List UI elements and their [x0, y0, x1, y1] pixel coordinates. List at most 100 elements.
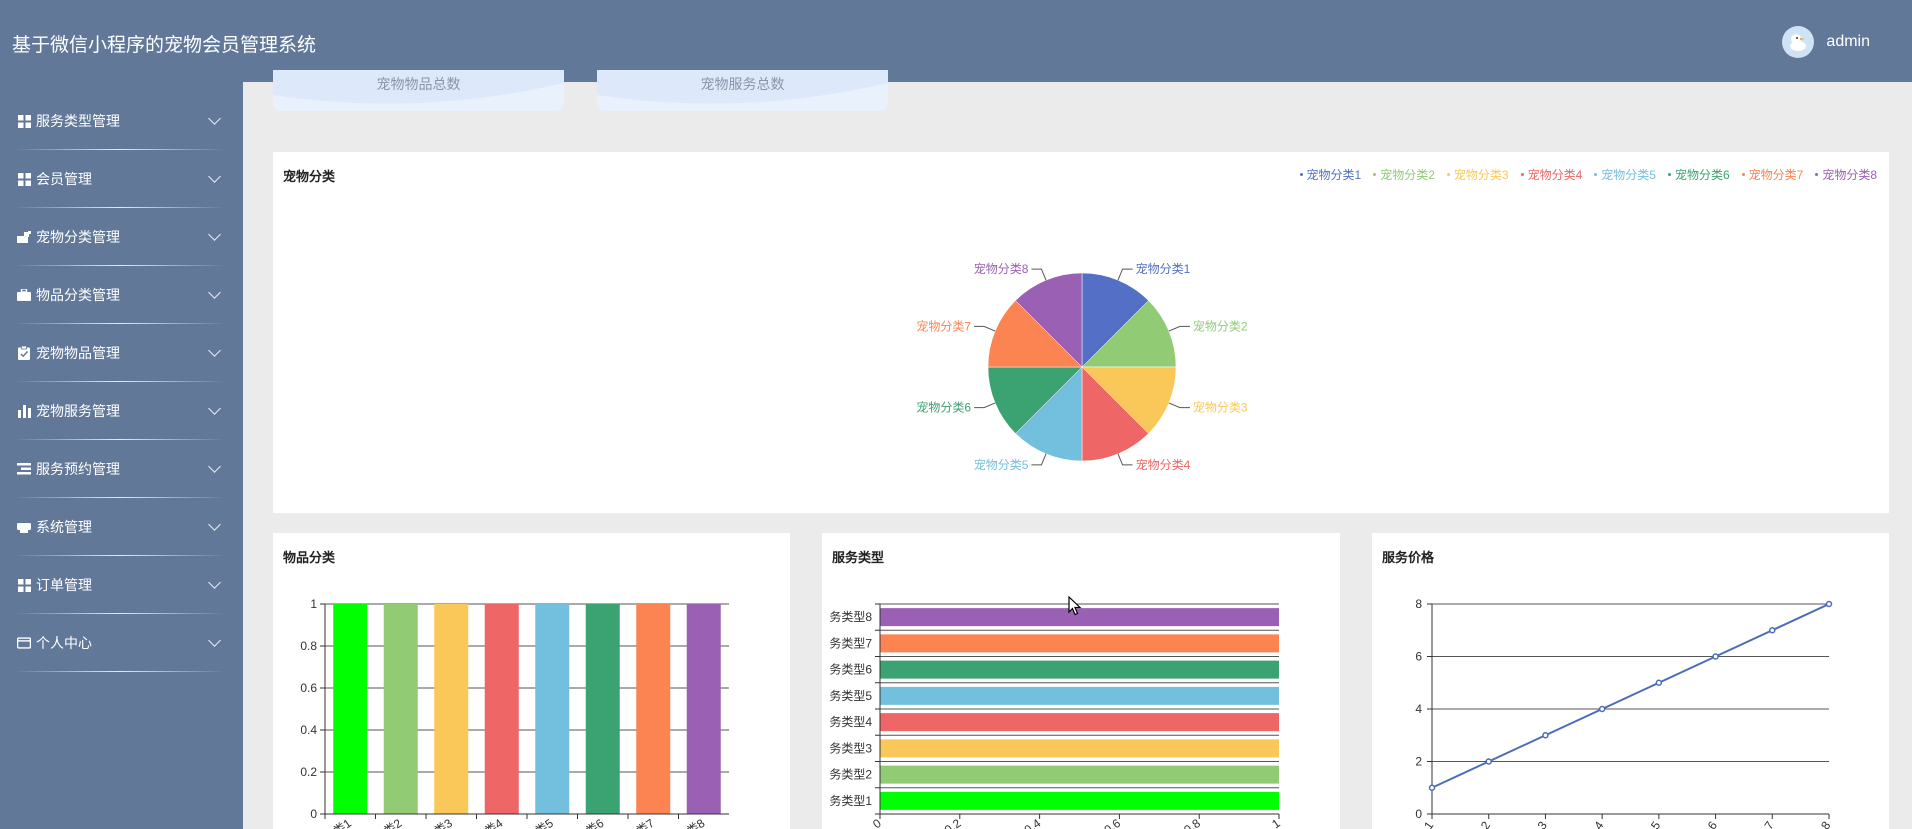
- sidebar-item-profile[interactable]: 个人中心: [0, 614, 243, 672]
- briefcase-icon: [17, 288, 31, 302]
- x-tick-label: 类6: [583, 816, 607, 829]
- chevron-down-icon: [208, 634, 221, 647]
- x-tick-label: 5: [1648, 818, 1663, 829]
- pie-label: 宠物分类1: [1136, 261, 1191, 276]
- bar: [434, 604, 469, 814]
- duck-avatar-icon: [1790, 34, 1807, 51]
- x-tick-label: 8: [1818, 818, 1833, 829]
- pie-label-line: [1117, 268, 1133, 281]
- bar: [535, 604, 570, 814]
- sidebar-item-pet-service[interactable]: 宠物服务管理: [0, 382, 243, 440]
- sidebar-item-label: 个人中心: [36, 635, 92, 651]
- chevron-down-icon: [208, 518, 221, 531]
- pie-label-line: [1168, 402, 1190, 409]
- sidebar-item-label: 宠物分类管理: [36, 229, 120, 245]
- x-tick-label: 0: [870, 816, 884, 829]
- y-tick-label: 0.4: [300, 723, 317, 737]
- pet-icon: [17, 230, 31, 244]
- y-tick-label: 务类型1: [829, 793, 872, 808]
- sidebar-item-appointment[interactable]: 服务预约管理: [0, 440, 243, 498]
- pet-category-panel: 宠物分类 宠物分类1 宠物分类2 宠物分类3 宠物分类4 宠物分类5 宠物分类6 宠物分类7…: [273, 152, 1889, 513]
- chevron-down-icon: [208, 576, 221, 589]
- mouse-cursor-icon: [1068, 596, 1082, 616]
- chevron-down-icon: [208, 170, 221, 183]
- chevron-down-icon: [208, 112, 221, 125]
- item-category-panel: 物品分类 0 0.2 0.4 0.6 0.8 1 类1 类2 类3 类4 类5 类6 类7 类8: [273, 533, 790, 829]
- chevron-down-icon: [208, 402, 221, 415]
- stat-label: 宠物物品总数: [376, 76, 461, 92]
- horizontal-bar-chart: 务类型1 务类型2 务类型3 务类型4 务类型5 务类型6 务类型7 务类型8 0 0.2 0.4 0…: [829, 603, 1283, 829]
- data-point: [1655, 679, 1663, 686]
- y-tick-label: 0: [310, 807, 317, 821]
- y-tick-label: 8: [1415, 597, 1422, 611]
- avatar[interactable]: [1782, 26, 1815, 58]
- x-tick-label: 7: [1761, 818, 1776, 829]
- bar: [880, 765, 1279, 784]
- divider: [14, 671, 225, 672]
- bar: [880, 686, 1279, 705]
- y-tick-label: 2: [1415, 755, 1422, 769]
- y-tick-label: 0.2: [300, 765, 317, 779]
- x-tick-label: 3: [1535, 818, 1550, 829]
- service-type-panel: 服务类型 务类型1 务类型2 务类型3 务类型4 务类型5 务类型6 务类型7 务类型8 0 0.…: [822, 533, 1340, 829]
- pie-label-line: [974, 402, 996, 409]
- bar: [636, 604, 671, 814]
- data-point: [1428, 784, 1436, 791]
- grid-icon: [17, 578, 31, 592]
- chevron-down-icon: [208, 286, 221, 299]
- pie-label: 宠物分类5: [974, 457, 1029, 472]
- x-tick-label: 类2: [381, 816, 405, 829]
- pie-chart: 宠物分类1 宠物分类2 宠物分类3 宠物分类4 宠物分类5 宠物分类6 宠物分类7 宠物分类8: [916, 261, 1248, 472]
- data-point: [1825, 600, 1833, 608]
- sidebar-item-service-type[interactable]: 服务类型管理: [0, 92, 243, 150]
- x-tick-label: 0.6: [1101, 816, 1123, 829]
- y-tick-label: 0: [1415, 807, 1422, 821]
- printer-icon: [17, 520, 31, 534]
- x-tick-label: 类5: [533, 816, 557, 829]
- x-tick-label: 4: [1591, 818, 1606, 829]
- stat-label: 宠物服务总数: [700, 76, 785, 92]
- pie-label: 宠物分类3: [1193, 400, 1248, 415]
- data-point: [1542, 732, 1549, 739]
- pie-label-line: [1031, 268, 1047, 281]
- sidebar-item-pet-goods[interactable]: 宠物物品管理: [0, 324, 243, 382]
- pie-label: 宠物分类6: [916, 400, 971, 415]
- y-tick-label: 1: [310, 597, 317, 611]
- grid-icon: [17, 172, 31, 186]
- bar: [880, 791, 1279, 810]
- sidebar-item-label: 订单管理: [36, 577, 92, 593]
- bar: [686, 604, 721, 814]
- pie-label: 宠物分类7: [916, 318, 971, 333]
- sidebar-item-label: 服务类型管理: [36, 113, 120, 129]
- y-tick-label: 务类型4: [829, 714, 872, 729]
- x-tick-label: 0.2: [942, 816, 964, 829]
- sidebar-item-members[interactable]: 会员管理: [0, 150, 243, 208]
- x-tick-label: 1: [1269, 816, 1283, 829]
- sidebar-item-orders[interactable]: 订单管理: [0, 556, 243, 614]
- line-chart: 0 2 4 6 8 1 2 3 4 5 6 7 8: [1415, 597, 1833, 829]
- list-icon: [17, 462, 31, 476]
- x-tick-label: 类3: [432, 816, 456, 829]
- sidebar-item-system[interactable]: 系统管理: [0, 498, 243, 556]
- bar: [585, 604, 620, 814]
- username[interactable]: admin: [1826, 33, 1870, 51]
- app-title: 基于微信小程序的宠物会员管理系统: [12, 35, 317, 56]
- clipboard-icon: [17, 346, 31, 360]
- chevron-down-icon: [208, 228, 221, 241]
- stat-card-pet-service-total: 宠物服务总数: [597, 70, 888, 111]
- sidebar-item-pet-category[interactable]: 宠物分类管理: [0, 208, 243, 266]
- y-tick-label: 务类型8: [829, 609, 872, 624]
- data-point: [1598, 705, 1606, 713]
- sidebar-item-label: 会员管理: [36, 171, 92, 187]
- x-tick-label: 6: [1705, 818, 1720, 829]
- data-point: [1712, 653, 1719, 660]
- x-tick-label: 类7: [634, 816, 658, 829]
- pie-label: 宠物分类4: [1136, 457, 1191, 472]
- sidebar-item-label: 服务预约管理: [36, 461, 120, 477]
- pie-label-line: [1031, 453, 1047, 466]
- bar: [484, 604, 519, 814]
- chevron-down-icon: [208, 460, 221, 473]
- user-menu[interactable]: admin: [1782, 26, 1870, 58]
- x-tick-label: 0.8: [1181, 816, 1203, 829]
- sidebar-item-item-category[interactable]: 物品分类管理: [0, 266, 243, 324]
